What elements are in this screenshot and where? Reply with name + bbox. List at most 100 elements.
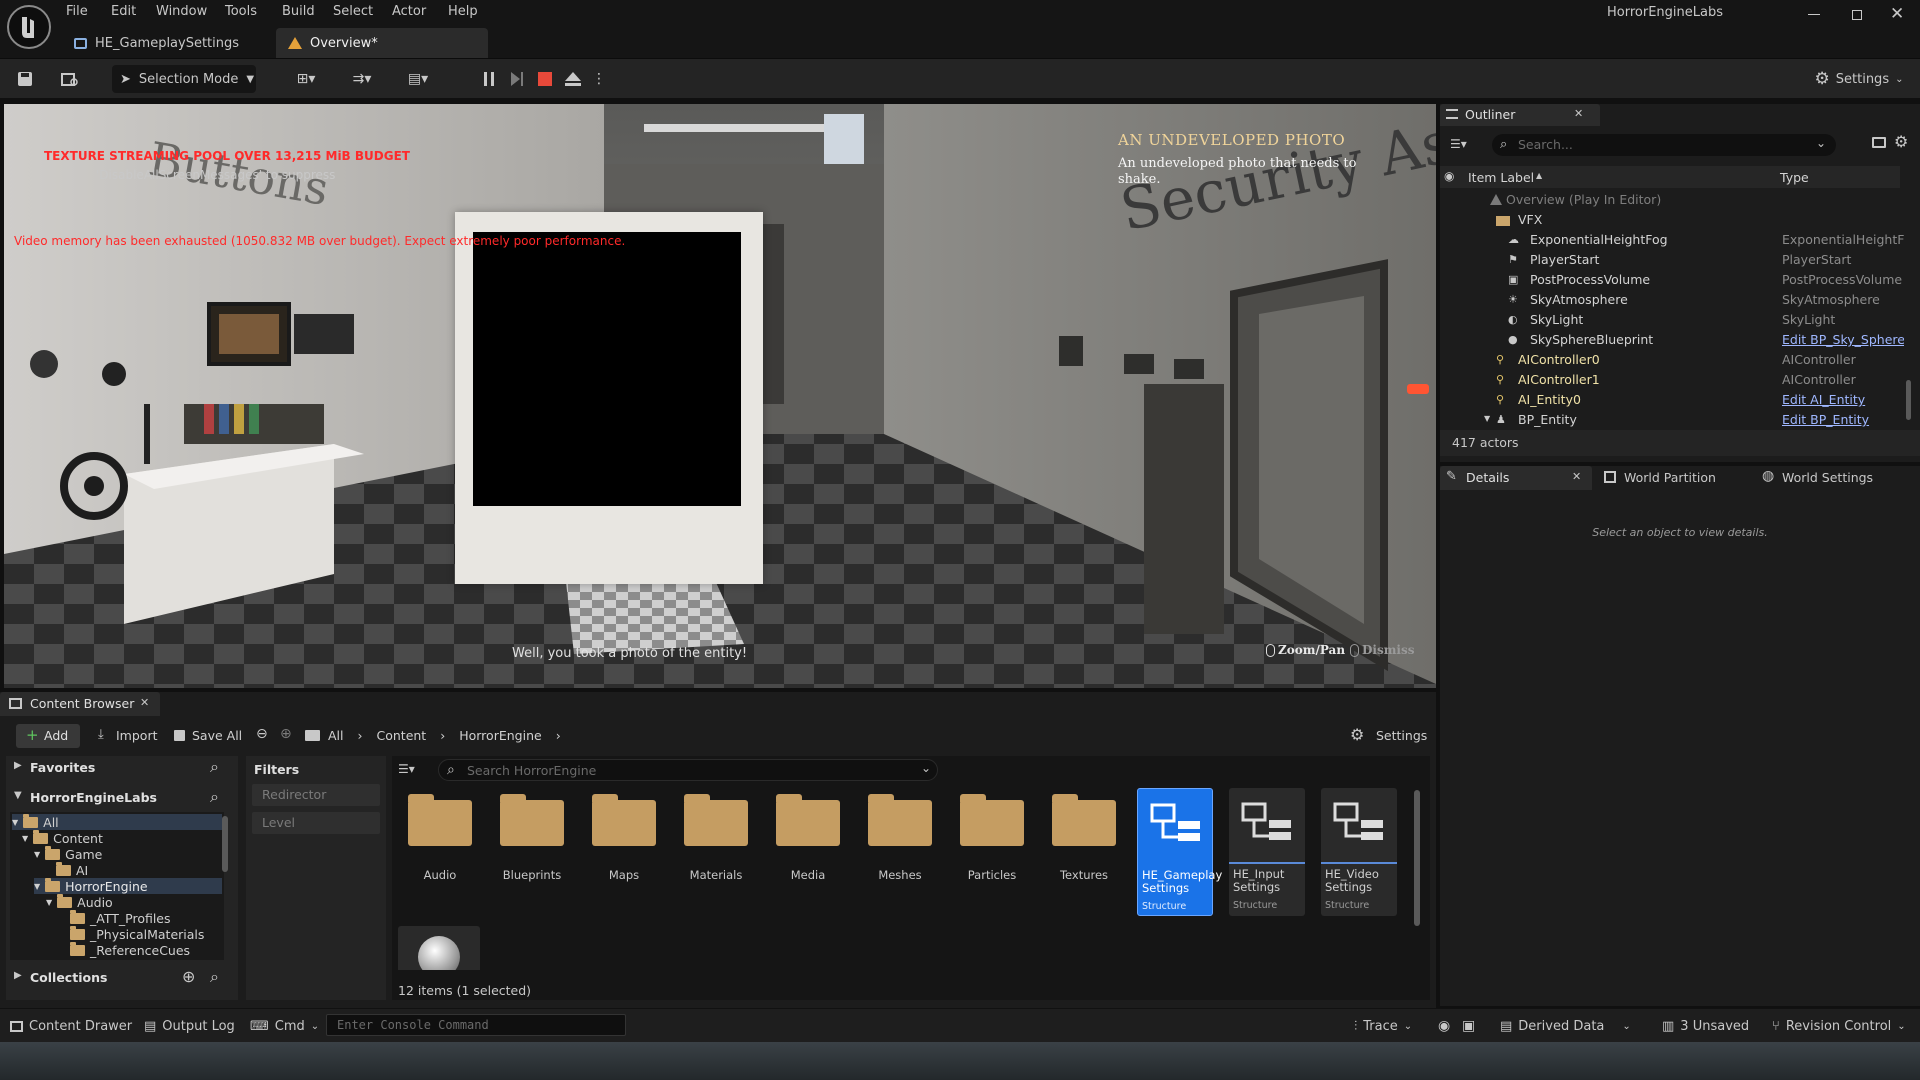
restore-icon[interactable]	[1852, 10, 1862, 20]
tree-item-horror-engine[interactable]: ▼ HorrorEngine	[34, 877, 222, 894]
forward-icon[interactable]: ⊕	[280, 726, 292, 742]
add-collection-icon[interactable]: ⊕	[182, 967, 195, 986]
asset-filter-icon[interactable]: ☰▾	[398, 762, 415, 776]
trace-dropdown[interactable]: ⫶ Trace ⌄	[1354, 1009, 1412, 1043]
asset-he-gameplay-settings[interactable]: HE_Gameplay Settings Structure	[1137, 788, 1222, 916]
folder-maps[interactable]: Maps	[584, 788, 664, 916]
tree-item-content[interactable]: ▼ Content	[22, 829, 103, 846]
add-folder-icon[interactable]	[1872, 137, 1886, 148]
content-browser-tab[interactable]: Content Browser ✕	[0, 692, 160, 716]
search-icon[interactable]: ⌕	[210, 967, 219, 987]
close-window-icon[interactable]: ✕	[1890, 4, 1904, 24]
tab-world-settings[interactable]: ◍ World Settings	[1758, 466, 1908, 490]
minimize-icon[interactable]	[1808, 14, 1820, 15]
asset-he-video-settings[interactable]: HE_Video Settings Structure	[1321, 788, 1397, 916]
menu-tools[interactable]: Tools	[225, 4, 257, 19]
outliner-scrollbar[interactable]	[1906, 380, 1911, 420]
search-icon[interactable]: ⌕	[210, 757, 219, 777]
close-icon[interactable]: ✕	[140, 696, 149, 709]
breadcrumb-horror-engine[interactable]: HorrorEngine	[459, 728, 541, 743]
close-icon[interactable]: ✕	[1572, 470, 1581, 483]
folder-materials[interactable]: Materials	[676, 788, 756, 916]
eye-icon[interactable]: ◉	[1444, 169, 1454, 183]
stop-icon[interactable]	[534, 65, 556, 93]
outliner-item-row[interactable]: ⚲ AIController0 AIController	[1440, 350, 1900, 370]
cinematics-icon[interactable]: ▤▾	[398, 65, 438, 93]
save-all-button[interactable]: Save All	[174, 724, 250, 748]
unreal-logo-icon[interactable]	[7, 5, 51, 49]
close-icon[interactable]: ✕	[1574, 107, 1583, 120]
record-icon[interactable]: ◉	[1438, 1009, 1450, 1043]
filter-redirector[interactable]: Redirector	[252, 784, 380, 806]
pause-icon[interactable]	[478, 65, 500, 93]
cb-settings-button[interactable]: ⚙ Settings	[1350, 724, 1430, 748]
import-button[interactable]: ⤓ Import	[98, 724, 162, 748]
edit-blueprint-link[interactable]: Edit AI_Entity	[1782, 392, 1904, 407]
tree-item-reference-cues[interactable]: _ReferenceCues	[70, 941, 190, 958]
menu-edit[interactable]: Edit	[111, 4, 136, 19]
toolbar-settings-button[interactable]: ⚙ Settings ⌄	[1814, 65, 1904, 93]
menu-build[interactable]: Build	[282, 4, 315, 19]
collections-header[interactable]: ▶ Collections ⊕ ⌕	[6, 966, 238, 990]
screenshot-icon[interactable]: ▣	[1462, 1009, 1475, 1043]
gear-icon[interactable]: ⚙	[1894, 132, 1908, 151]
content-drawer-button[interactable]: Content Drawer	[10, 1009, 132, 1043]
asset-scrollbar[interactable]	[1414, 790, 1420, 926]
item-label-column[interactable]: Item Label	[1468, 170, 1534, 185]
derived-data-button[interactable]: ▤ Derived Data ⌄	[1500, 1009, 1631, 1043]
outliner-item-row[interactable]: ▣ PostProcessVolume PostProcessVolume	[1440, 270, 1902, 290]
outliner-item-row[interactable]: ▼ ♟ BP_Entity Edit BP_Entity	[1440, 410, 1900, 430]
tree-item-all[interactable]: ▼ All	[12, 813, 222, 830]
revision-control-button[interactable]: ⑂ Revision Control ⌄	[1772, 1009, 1906, 1043]
tab-overview[interactable]: Overview*	[276, 28, 488, 58]
add-actor-icon[interactable]: ⊞▾	[286, 65, 326, 93]
edit-blueprint-link[interactable]: Edit BP_Entity	[1782, 412, 1904, 427]
menu-file[interactable]: File	[66, 4, 88, 19]
outliner-item-row[interactable]: ● SkySphereBlueprint Edit BP_Sky_Sphere	[1440, 330, 1904, 350]
tree-item-att-profiles[interactable]: _ATT_Profiles	[70, 909, 171, 926]
folder-meshes[interactable]: Meshes	[860, 788, 940, 916]
menu-help[interactable]: Help	[448, 4, 478, 19]
level-viewport[interactable]: Security Asse Buttons TEXTURE STREAMING …	[4, 104, 1436, 688]
console-command-input[interactable]: Enter Console Command	[326, 1014, 626, 1036]
tree-item-ai[interactable]: AI	[56, 861, 88, 878]
back-icon[interactable]: ⊖	[256, 726, 268, 742]
eject-icon[interactable]	[562, 65, 584, 93]
cmd-dropdown[interactable]: ⌨ Cmd ⌄	[250, 1009, 319, 1043]
outliner-root-row[interactable]: Overview (Play In Editor)	[1440, 190, 1900, 210]
selection-mode-dropdown[interactable]: ➤ Selection Mode ▼	[112, 65, 256, 93]
folder-blueprints[interactable]: Blueprints	[492, 788, 572, 916]
outliner-folder-row[interactable]: VFX	[1440, 210, 1900, 230]
expand-arrow-icon[interactable]: ▼	[1484, 414, 1490, 423]
tab-world-partition[interactable]: World Partition	[1600, 466, 1750, 490]
dismiss-hint[interactable]: Dismiss	[1350, 643, 1415, 657]
favorites-header[interactable]: ▶ Favorites ⌕	[6, 756, 238, 780]
folder-media[interactable]: Media	[768, 788, 848, 916]
menu-actor[interactable]: Actor	[392, 4, 426, 19]
edit-blueprint-link[interactable]: Edit BP_Sky_Sphere	[1782, 332, 1904, 347]
outliner-item-row[interactable]: ◐ SkyLight SkyLight	[1440, 310, 1900, 330]
folder-audio[interactable]: Audio	[400, 788, 480, 916]
menu-window[interactable]: Window	[156, 4, 207, 19]
outliner-item-row[interactable]: ☁ ExponentialHeightFog ExponentialHeight…	[1440, 230, 1904, 250]
breadcrumb-all[interactable]: All	[328, 728, 344, 743]
folder-particles[interactable]: Particles	[952, 788, 1032, 916]
breadcrumb-content[interactable]: Content	[377, 728, 427, 743]
tree-item-audio[interactable]: ▼ Audio	[46, 893, 113, 910]
add-button[interactable]: + Add	[16, 724, 80, 748]
output-log-button[interactable]: ▤ Output Log	[144, 1009, 235, 1043]
frame-skip-icon[interactable]	[506, 65, 528, 93]
tree-item-game[interactable]: ▼ Game	[34, 845, 102, 862]
tab-gameplay-settings[interactable]: HE_GameplaySettings	[62, 28, 274, 58]
outliner-item-row[interactable]: ☀ SkyAtmosphere SkyAtmosphere	[1440, 290, 1900, 310]
search-icon[interactable]: ⌕	[210, 787, 219, 807]
folder-nav-icon[interactable]	[305, 730, 320, 741]
asset-sphere-thumbnail[interactable]	[398, 926, 480, 970]
tree-scrollbar[interactable]	[222, 816, 228, 872]
project-header[interactable]: ▼ HorrorEngineLabs ⌕	[6, 786, 238, 810]
more-options-icon[interactable]: ⋮	[592, 65, 606, 93]
menu-select[interactable]: Select	[333, 4, 373, 19]
outliner-search[interactable]: ⌕ Search... ⌄	[1492, 134, 1836, 156]
asset-he-input-settings[interactable]: HE_Input Settings Structure	[1229, 788, 1305, 916]
content-browse-icon[interactable]	[58, 65, 82, 93]
